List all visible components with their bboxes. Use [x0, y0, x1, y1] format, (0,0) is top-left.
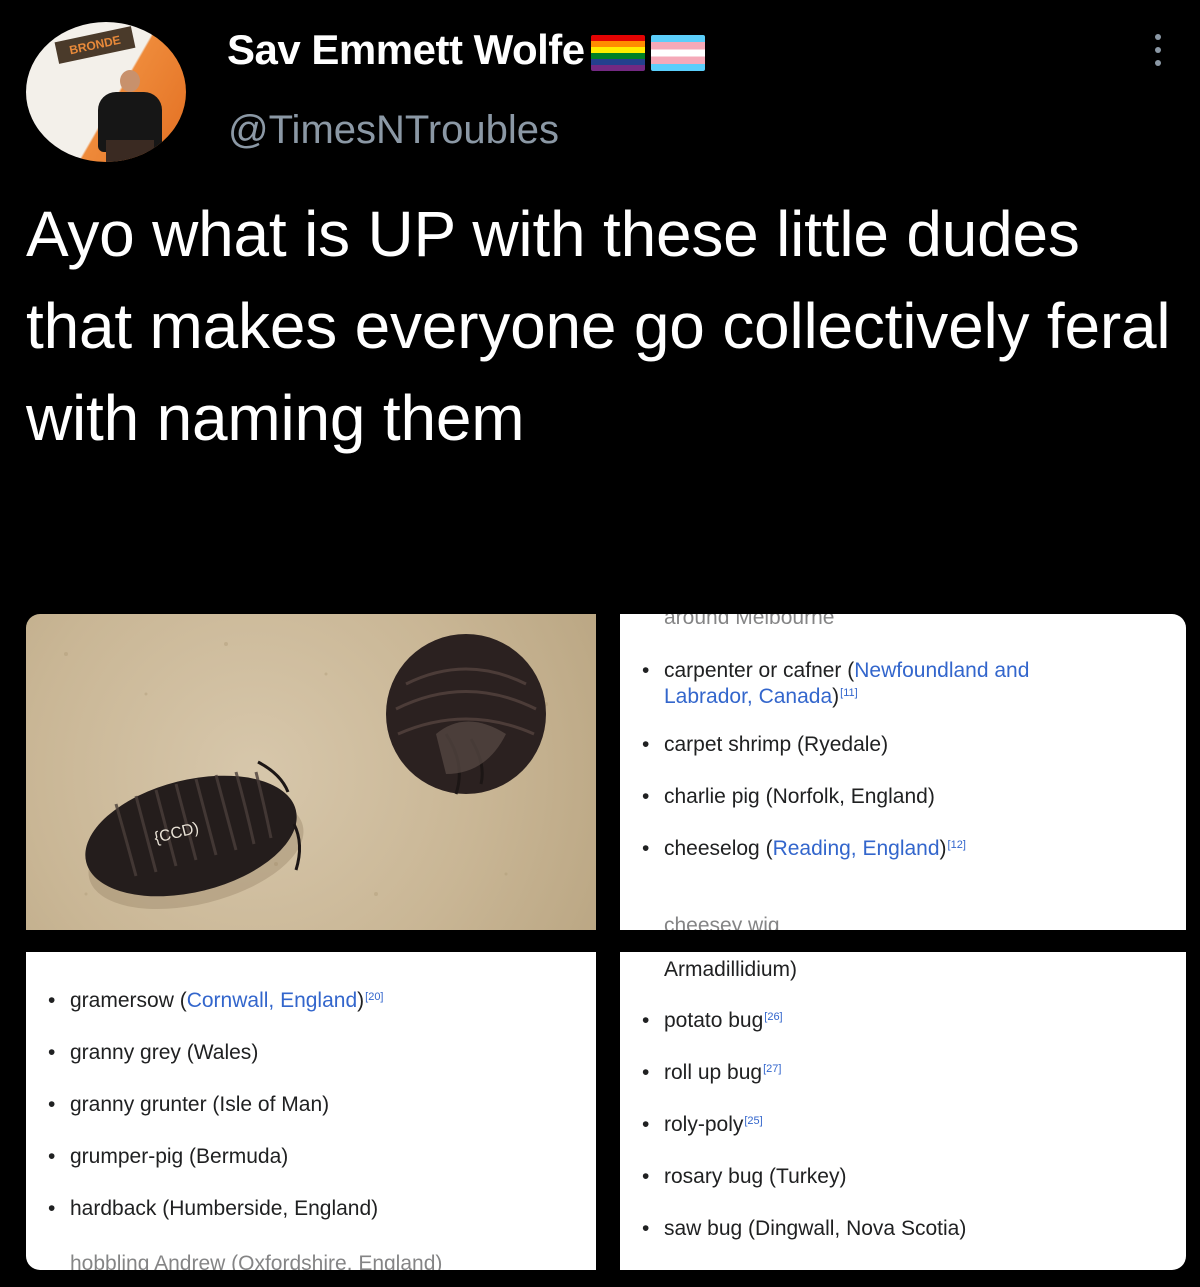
display-name[interactable]: Sav Emmett Wolfe: [227, 26, 585, 73]
list-item: grumper-pig (Bermuda): [48, 1144, 384, 1170]
common-name: gramersow: [70, 989, 174, 1012]
common-name: carpenter or cafner: [664, 659, 842, 682]
region-text: Ryedale: [804, 733, 882, 756]
common-name: granny grunter: [70, 1093, 207, 1116]
trans-flag-icon: [650, 34, 705, 71]
avatar[interactable]: BRONDE: [26, 22, 186, 162]
cut-off-text-top: Armadillidium): [664, 958, 798, 981]
list-item: cheeselog (Reading, England)[12]: [642, 836, 1094, 862]
list-item: carpet shrimp (Ryedale): [642, 732, 1094, 758]
cut-off-text-bottom: cheesey wig: [664, 914, 780, 930]
citation-link[interactable]: [26]: [764, 1011, 782, 1023]
region-text: Dingwall, Nova Scotia: [755, 1217, 960, 1240]
common-name: saw bug: [664, 1217, 743, 1240]
pride-flag-icon: [590, 34, 645, 71]
cut-off-text-bottom: hobbling Andrew (Oxfordshire, England): [70, 1252, 443, 1270]
wiki-list-top-right: around Melbourne carpenter or cafner (Ne…: [620, 614, 1186, 930]
wiki-list-bottom-left: gramersow (Cornwall, England)[20] granny…: [26, 952, 596, 1270]
citation-link[interactable]: [25]: [744, 1115, 762, 1127]
woodlouse-illustration: {CCD): [64, 634, 548, 910]
common-name: cheeselog: [664, 837, 760, 860]
list-item: roly-poly[25]: [642, 1112, 966, 1138]
wiki-list-bottom-right: Armadillidium) potato bug[26] roll up bu…: [620, 952, 1186, 1270]
avatar-person-head: [120, 70, 140, 92]
common-name: carpet shrimp: [664, 733, 792, 756]
citation-link[interactable]: [20]: [365, 991, 383, 1003]
common-name: potato bug: [664, 1009, 764, 1032]
common-name: granny grey: [70, 1041, 181, 1064]
region-text: Wales: [193, 1041, 252, 1064]
user-handle[interactable]: @TimesNTroubles: [228, 108, 559, 153]
avatar-sign: BRONDE: [54, 26, 136, 64]
common-name: rosary bug: [664, 1165, 764, 1188]
region-text: Turkey: [776, 1165, 840, 1188]
list-item: roll up bug[27]: [642, 1060, 966, 1086]
list-item: granny grunter (Isle of Man): [48, 1092, 384, 1118]
list-item: saw bug (Dingwall, Nova Scotia): [642, 1216, 966, 1242]
region-text: Isle of Man: [219, 1093, 323, 1116]
cut-off-text-top: around Melbourne: [664, 614, 835, 629]
list-item: hardback (Humberside, England): [48, 1196, 384, 1222]
region-link[interactable]: Reading, England: [773, 837, 940, 860]
common-name: charlie pig: [664, 785, 760, 808]
list-item: granny grey (Wales): [48, 1040, 384, 1066]
region-text: Bermuda: [196, 1145, 282, 1168]
tweet-text: Ayo what is UP with these little dudes t…: [26, 198, 1171, 454]
common-name: hardback: [70, 1197, 157, 1220]
more-options-icon[interactable]: [1150, 34, 1166, 74]
list-item: gramersow (Cornwall, England)[20]: [48, 988, 384, 1014]
woodlouse-photo[interactable]: {CCD): [26, 614, 596, 930]
citation-link[interactable]: [11]: [840, 687, 858, 699]
common-name: grumper-pig: [70, 1145, 184, 1168]
common-name: roll up bug: [664, 1061, 763, 1084]
common-name: roly-poly: [664, 1113, 744, 1136]
region-text: Norfolk, England: [772, 785, 928, 808]
region-link[interactable]: Cornwall, England: [187, 989, 357, 1012]
region-text: Humberside, England: [169, 1197, 372, 1220]
list-item: charlie pig (Norfolk, England): [642, 784, 1094, 810]
list-item: potato bug[26]: [642, 1008, 966, 1034]
citation-link[interactable]: [27]: [763, 1063, 781, 1075]
avatar-person-legs: [106, 140, 154, 162]
list-item: rosary bug (Turkey): [642, 1164, 966, 1190]
citation-link[interactable]: [12]: [948, 839, 966, 851]
list-item: carpenter or cafner (Newfoundland and La…: [642, 658, 1094, 710]
display-name-row[interactable]: Sav Emmett Wolfe: [227, 26, 705, 74]
